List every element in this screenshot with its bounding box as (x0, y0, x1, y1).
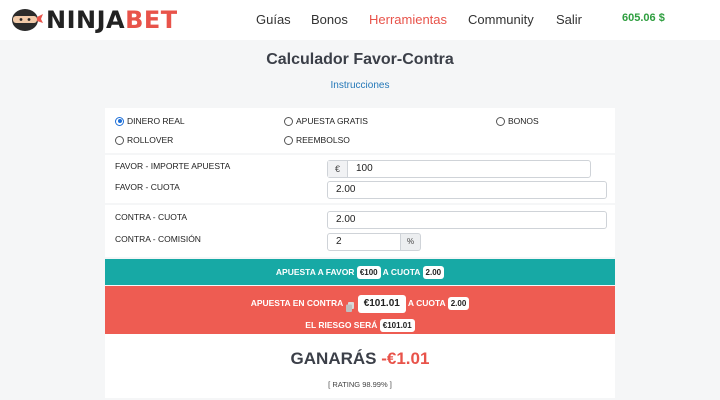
euro-prefix: € (328, 161, 348, 177)
nav-guias[interactable]: Guías (256, 12, 291, 27)
nav-bonos[interactable]: Bonos (311, 12, 348, 27)
result-label: GANARÁS (290, 349, 377, 368)
instructions-link[interactable]: Instrucciones (0, 80, 720, 91)
favor-summary-band: APUESTA A FAVOR €100 A CUOTA 2.00 (105, 259, 615, 285)
result-panel: GANARÁS -€1.01 [ RATING 98.99% ] (105, 334, 615, 398)
radio-unchecked-icon (115, 135, 124, 145)
favor-odds-label-text: A CUOTA (382, 267, 421, 277)
radio-checked-icon (115, 116, 124, 126)
radio-reembolso[interactable]: REEMBOLSO (284, 135, 350, 145)
contra-commission-input[interactable]: 2 (327, 233, 401, 251)
contra-odds-chip: 2.00 (447, 297, 470, 311)
top-navbar: NINJABET Guías Bonos Herramientas Commun… (0, 0, 720, 40)
radio-apuesta-gratis[interactable]: APUESTA GRATIS (284, 116, 368, 126)
copy-icon[interactable] (346, 299, 355, 312)
contra-summary-label: APUESTA EN CONTRA (250, 298, 343, 308)
ninjabet-logo[interactable]: NINJABET (10, 6, 178, 34)
page-title: Calculador Favor-Contra (266, 51, 454, 68)
favor-amount-chip: €100 (356, 266, 381, 280)
radio-dinero-real[interactable]: DINERO REAL (115, 116, 185, 126)
risk-amount-chip: €101.01 (379, 319, 415, 333)
contra-amount-chip[interactable]: €101.01 (357, 294, 406, 313)
percent-suffix: % (401, 233, 421, 251)
favor-odds-chip: 2.00 (422, 266, 445, 280)
contra-odds-label: CONTRA - CUOTA (115, 212, 188, 222)
contra-commission-label: CONTRA - COMISIÓN (115, 234, 201, 244)
contra-card: CONTRA - CUOTA 2.00 CONTRA - COMISIÓN 2 … (105, 205, 615, 257)
favor-stake-input[interactable]: € 100 (327, 160, 591, 178)
rating-text: [ RATING 98.99% ] (328, 380, 392, 389)
nav-community[interactable]: Community (468, 12, 534, 27)
bet-type-card: DINERO REAL APUESTA GRATIS BONOS ROLLOVE… (105, 108, 615, 153)
radio-unchecked-icon (496, 116, 505, 126)
result-amount: -€1.01 (381, 349, 430, 368)
logo-text-bet: BET (125, 6, 178, 34)
logo-text-ninja: NINJA (46, 6, 126, 34)
radio-bonos[interactable]: BONOS (496, 116, 539, 126)
radio-unchecked-icon (284, 116, 293, 126)
favor-stake-label: FAVOR - IMPORTE APUESTA (115, 161, 231, 171)
account-balance: 605.06 $ (622, 12, 665, 24)
radio-unchecked-icon (284, 135, 293, 145)
contra-summary-band: APUESTA EN CONTRA €101.01 A CUOTA 2.00 E… (105, 286, 615, 334)
favor-summary-label: APUESTA A FAVOR (275, 267, 355, 277)
contra-odds-label-text: A CUOTA (407, 298, 446, 308)
nav-herramientas[interactable]: Herramientas (369, 12, 447, 27)
radio-rollover[interactable]: ROLLOVER (115, 135, 173, 145)
risk-label: EL RIESGO SERÁ (305, 320, 378, 330)
favor-odds-label: FAVOR - CUOTA (115, 182, 180, 192)
contra-odds-input[interactable]: 2.00 (327, 211, 607, 229)
ninja-head-icon (10, 8, 44, 32)
favor-odds-input[interactable]: 2.00 (327, 181, 607, 199)
favor-card: FAVOR - IMPORTE APUESTA € 100 FAVOR - CU… (105, 155, 615, 203)
nav-salir[interactable]: Salir (556, 12, 582, 27)
